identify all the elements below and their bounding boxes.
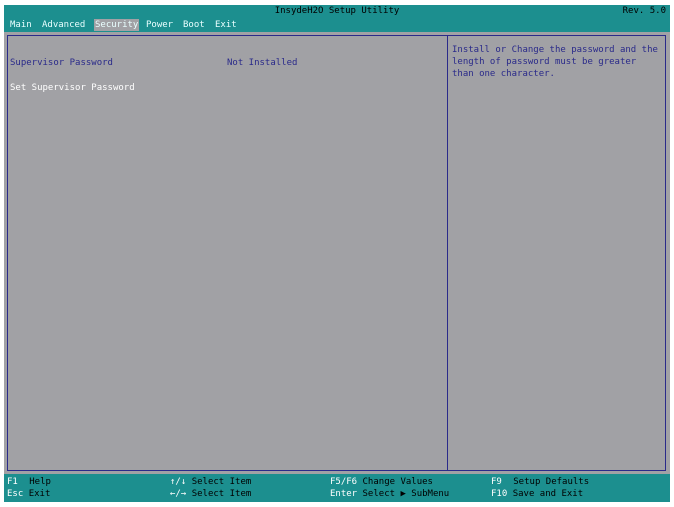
hint-key: F10 <box>491 489 508 499</box>
hint-key: Enter <box>330 489 358 499</box>
content-panel: Supervisor Password Not Installed Set Su… <box>7 35 666 471</box>
panel-divider <box>447 36 448 470</box>
title-bar: InsydeH2O Setup Utility Rev. 5.0 <box>4 5 670 18</box>
hint-key: Esc <box>7 489 24 499</box>
bios-screen: InsydeH2O Setup Utility Rev. 5.0 Main Ad… <box>4 5 670 502</box>
help-text: Install or Change the password and the l… <box>452 45 658 79</box>
hint-setup-defaults: F9 Setup Defaults <box>491 476 589 488</box>
hint-key: ←/→ <box>170 489 187 499</box>
hint-help: F1 Help <box>7 476 51 488</box>
set-supervisor-password-label: Set Supervisor Password <box>10 83 135 93</box>
tab-exit[interactable]: Exit <box>214 19 238 31</box>
hint-change-values: F5/F6 Change Values <box>330 476 433 488</box>
hint-key: ↑/↓ <box>170 477 187 487</box>
hint-key: F1 <box>7 477 18 487</box>
hint-desc: Exit <box>28 489 51 499</box>
menu-bar: Main Advanced Security Power Boot Exit <box>4 18 670 32</box>
hint-key: F9 <box>491 477 502 487</box>
hint-select-item-vertical: ↑/↓ Select Item <box>170 476 251 488</box>
hint-select-item-horizontal: ←/→ Select Item <box>170 488 251 500</box>
hint-desc: Setup Defaults <box>513 477 590 487</box>
key-hints-bar: F1 Help Esc Exit ↑/↓ Select Item ←/→ Sel… <box>4 474 670 502</box>
hint-exit: Esc Exit <box>7 488 50 500</box>
hint-desc: Select Item <box>191 489 252 499</box>
supervisor-password-status: Not Installed <box>227 58 298 68</box>
tab-security[interactable]: Security <box>94 19 140 31</box>
hint-desc: Change Values <box>362 477 433 487</box>
hint-desc: Help <box>29 477 51 487</box>
tab-advanced[interactable]: Advanced <box>41 19 86 31</box>
set-supervisor-password-item[interactable]: Set Supervisor Password <box>10 83 135 94</box>
tab-boot[interactable]: Boot <box>182 19 206 31</box>
hint-desc: Select Item <box>191 477 252 487</box>
tab-main[interactable]: Main <box>9 19 33 31</box>
hint-desc: Select ▶ SubMenu <box>362 489 450 499</box>
revision-label: Rev. 5.0 <box>622 6 666 16</box>
hint-save-and-exit: F10 Save and Exit <box>491 488 583 500</box>
tab-power[interactable]: Power <box>145 19 174 31</box>
hint-key: F5/F6 <box>330 477 358 487</box>
hint-select-submenu: Enter Select ▶ SubMenu <box>330 488 449 500</box>
supervisor-password-label: Supervisor Password <box>10 58 113 68</box>
window-title: InsydeH2O Setup Utility <box>274 6 400 16</box>
supervisor-password-row: Supervisor Password Not Installed <box>10 58 297 69</box>
hint-desc: Save and Exit <box>512 489 584 499</box>
